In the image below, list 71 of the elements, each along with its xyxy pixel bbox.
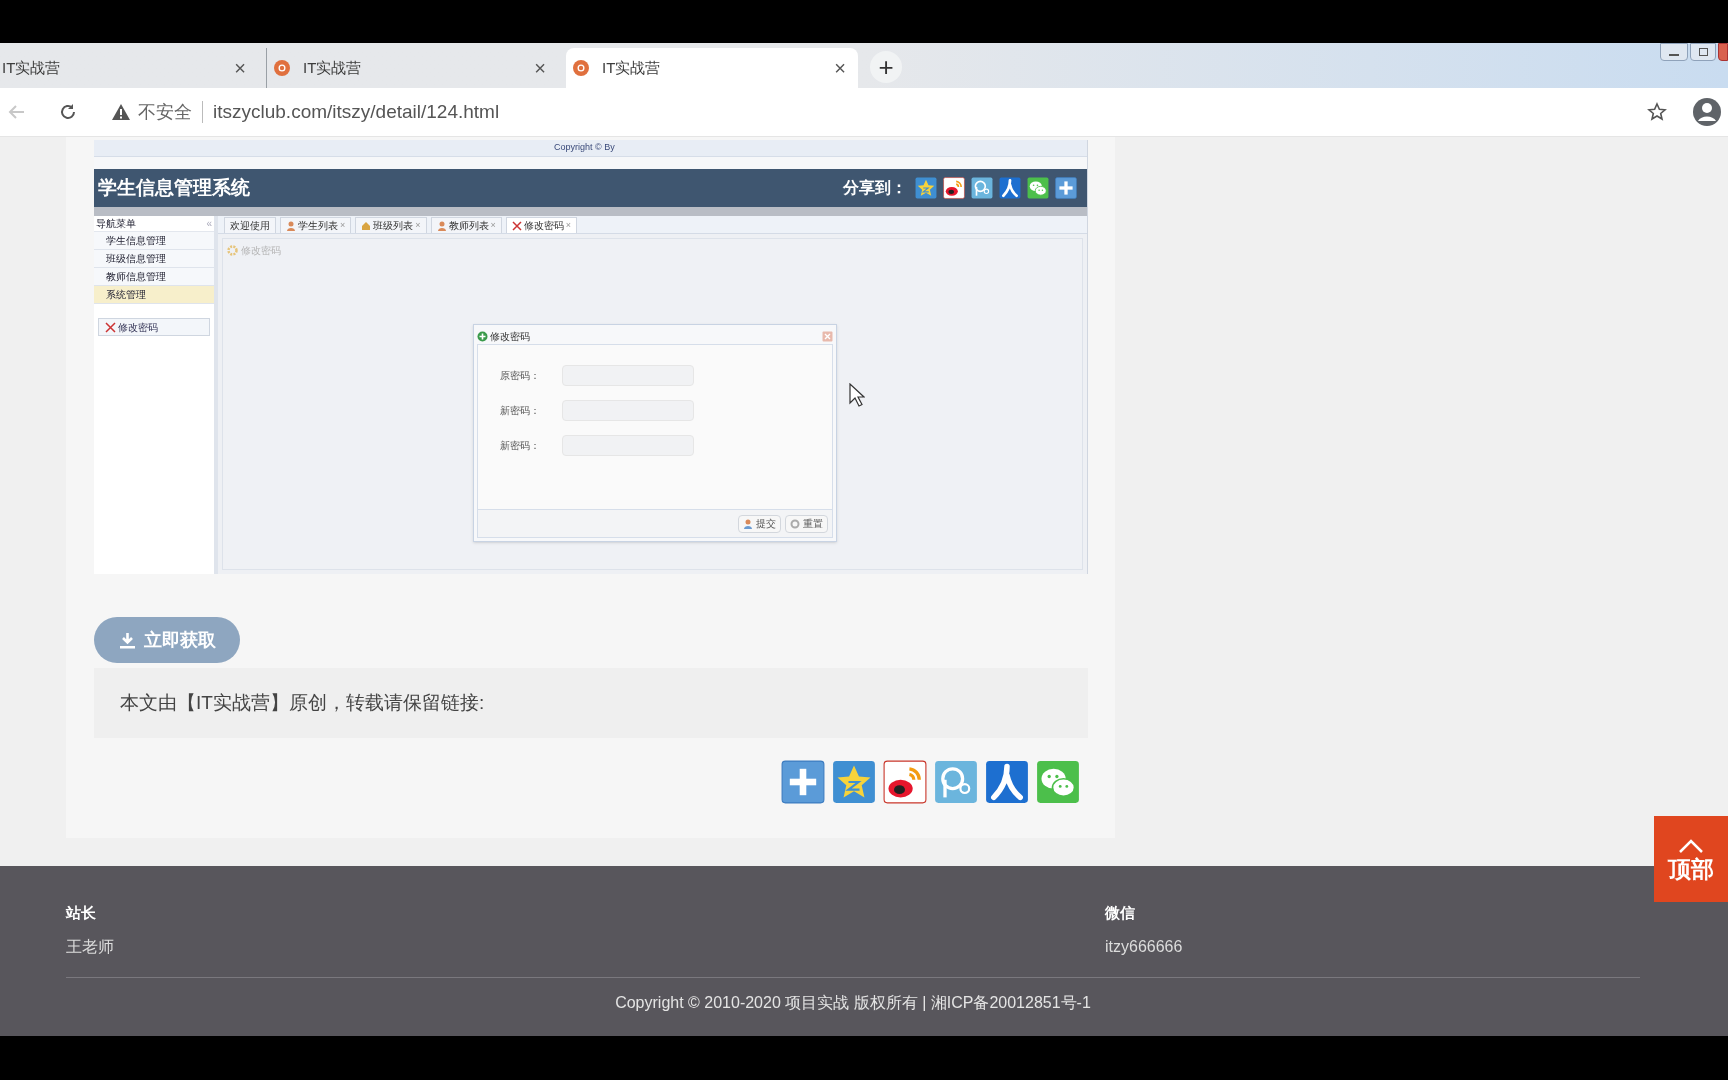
url-field[interactable]: itszyclub.com/itszy/detail/124.html — [213, 97, 1647, 127]
dialog-title: 修改密码 — [490, 329, 530, 344]
gear-icon — [227, 245, 238, 256]
tab-title: IT实战营 — [2, 57, 62, 78]
copyright-text: Copyright © 2010-2020 项目实战 版权所有 | 湘ICP备20012851号-1 — [615, 992, 1091, 1013]
app-tab[interactable]: 教师列表 × — [430, 217, 502, 233]
person-stroke-icon[interactable] — [985, 760, 1029, 804]
person-stroke-icon[interactable] — [999, 177, 1021, 199]
cursor-icon — [849, 383, 865, 407]
eye-waves-icon[interactable] — [883, 760, 927, 804]
copyright-text: Copyright © By — [554, 141, 615, 155]
footer-value: 王老师 — [66, 936, 115, 957]
app-tab-label: 学生列表 — [298, 219, 338, 233]
menu-item[interactable]: 教师信息管理 — [94, 268, 214, 286]
dialog-button[interactable]: 提交 — [738, 514, 781, 533]
spiral-icon[interactable] — [971, 177, 993, 199]
house-icon — [361, 220, 372, 231]
app-tab[interactable]: 学生列表 × — [280, 217, 352, 233]
person-icon — [436, 220, 447, 231]
menu-item[interactable]: 学生信息管理 — [94, 232, 214, 250]
tools-icon — [511, 220, 522, 231]
tab-title: IT实战营 — [602, 57, 662, 78]
field-label: 新密码： — [500, 439, 541, 453]
back-to-top-button[interactable]: 顶部 — [1654, 816, 1728, 902]
eye-waves-icon[interactable] — [943, 177, 965, 199]
side-button[interactable]: 修改密码 — [98, 318, 210, 336]
app-tab-label: 修改密码 — [523, 219, 564, 233]
minimize-button[interactable] — [1660, 43, 1688, 61]
bookmark-star-icon[interactable] — [1647, 102, 1667, 122]
notice-text: 本文由【IT实战营】原创，转载请保留链接: — [120, 690, 485, 715]
close-button[interactable]: × — [234, 58, 246, 78]
profile-icon[interactable] — [1692, 97, 1722, 127]
plus-icon[interactable] — [1055, 177, 1077, 199]
field-label: 新密码： — [500, 404, 541, 418]
add-icon — [477, 330, 488, 342]
new-tab-button[interactable]: + — [870, 51, 902, 83]
app-tab-label: 教师列表 — [448, 219, 489, 233]
reload-icon[interactable] — [58, 102, 78, 122]
app-title: 学生信息管理系统 — [98, 175, 250, 200]
close-button[interactable]: × — [834, 58, 846, 78]
dialog-button[interactable]: 重置 — [785, 514, 828, 533]
chevron-up-icon — [1678, 837, 1704, 854]
footer-heading: 站长 — [66, 903, 97, 923]
footer-value: itzy666666 — [1105, 936, 1183, 957]
share-label: 分享到： — [843, 178, 907, 198]
footer-heading: 微信 — [1105, 903, 1136, 923]
menu-item[interactable]: 班级信息管理 — [94, 250, 214, 268]
app-tab[interactable]: 欢迎使用 — [224, 217, 276, 233]
tools-icon — [105, 321, 116, 333]
person-icon — [743, 518, 753, 529]
close-button[interactable]: × — [534, 58, 546, 78]
app-tab[interactable]: 班级列表 × — [355, 217, 427, 233]
app-tab[interactable]: 修改密码 × — [505, 217, 578, 233]
app-tab-label: 班级列表 — [373, 219, 414, 233]
browser-tab[interactable]: IT实战营 × — [566, 48, 858, 88]
download-icon — [118, 631, 136, 649]
browser-tab[interactable]: IT实战营 × — [0, 48, 258, 88]
person-icon — [286, 220, 296, 231]
tab-title: IT实战营 — [303, 57, 363, 78]
restore-button[interactable] — [1690, 43, 1716, 61]
app-tab-label: 欢迎使用 — [230, 219, 270, 233]
security-label[interactable]: 不安全 — [138, 98, 192, 126]
menu-item[interactable]: 系统管理 — [94, 286, 214, 304]
gear-icon — [790, 518, 800, 529]
star-icon[interactable] — [915, 177, 937, 199]
panel-title: 修改密码 — [241, 244, 281, 258]
field-label: 原密码： — [500, 369, 541, 383]
menu-title: 导航菜单 — [96, 217, 136, 231]
plus-icon[interactable] — [781, 760, 825, 804]
chat-bubbles-icon[interactable] — [1027, 177, 1049, 199]
warning-icon[interactable] — [111, 103, 131, 121]
